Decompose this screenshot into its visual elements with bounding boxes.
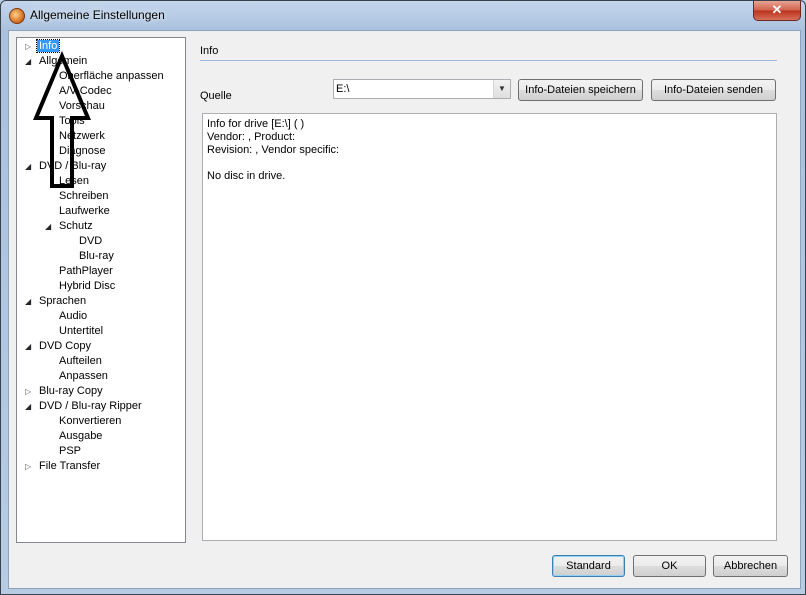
tree-item[interactable]: Hybrid Disc (57, 279, 117, 294)
tree-item-label: Anpassen (59, 370, 108, 382)
source-select[interactable]: E:\ ▼ (333, 79, 511, 99)
tree-item[interactable]: DVD / Blu-ray (37, 159, 108, 174)
tree-item-label: Audio (59, 310, 88, 322)
send-info-button[interactable]: Info-Dateien senden (651, 79, 776, 101)
tree-item-label: Info (35, 39, 61, 53)
group-title: Info (200, 45, 219, 57)
tree-collapse-arrow-icon[interactable]: ◢ (25, 339, 31, 354)
title-bar[interactable]: Allgemeine Einstellungen ✕ (1, 1, 805, 30)
settings-tree[interactable]: ▷ Info ◢ Allgemein Oberfläche anpassen A/V-Co… (16, 37, 186, 543)
tree-item[interactable]: Ausgabe (57, 429, 104, 444)
tree-item-label: Laufwerke (59, 205, 110, 217)
tree-expand-arrow-icon[interactable]: ▷ (25, 384, 31, 399)
cancel-button[interactable]: Abbrechen (713, 555, 788, 577)
tree-item[interactable]: Laufwerke (57, 204, 112, 219)
tree-item-label: Vorschau (59, 100, 105, 112)
tree-item-label: DVD / Blu-ray (39, 160, 107, 172)
ok-button[interactable]: OK (633, 555, 706, 577)
tree-item[interactable]: PSP (57, 444, 83, 459)
info-text-area[interactable]: Info for drive [E:\] ( ) Vendor: , Produc… (202, 113, 777, 541)
standard-button[interactable]: Standard (552, 555, 625, 577)
tree-collapse-arrow-icon[interactable]: ◢ (25, 399, 31, 414)
tree-item-label: Schreiben (59, 190, 109, 202)
tree-item[interactable]: Tools (57, 114, 87, 129)
tree-item[interactable]: DVD Copy (37, 339, 93, 354)
tree-item-label: Oberfläche anpassen (59, 70, 164, 82)
tree-item-label: Allgemein (39, 55, 88, 67)
tree-item-label: A/V-Codec (59, 85, 112, 97)
tree-item[interactable]: Konvertieren (57, 414, 123, 429)
tree-item[interactable]: Untertitel (57, 324, 105, 339)
tree-collapse-arrow-icon[interactable]: ◢ (25, 159, 31, 174)
tree-item[interactable]: Diagnose (57, 144, 107, 159)
dialog-body: ▷ Info ◢ Allgemein Oberfläche anpassen A/V-Co… (8, 30, 801, 589)
tree-item-label: Hybrid Disc (59, 280, 116, 292)
tree-item-label: File Transfer (39, 460, 101, 472)
info-line: No disc in drive. (207, 170, 286, 182)
tree-item-label: Tools (59, 115, 85, 127)
tree-item[interactable]: Info (35, 39, 61, 54)
tree-item[interactable]: Audio (57, 309, 89, 324)
tree-item-label: DVD (79, 235, 103, 247)
tree-item[interactable]: Blu-ray (77, 249, 116, 264)
tree-item[interactable]: Sprachen (37, 294, 88, 309)
source-label: Quelle (200, 90, 232, 102)
tree-item-label: Schutz (59, 220, 93, 232)
app-icon (9, 8, 25, 24)
tree-item[interactable]: Anpassen (57, 369, 110, 384)
tree-item-label: Diagnose (59, 145, 106, 157)
tree-item-label: PathPlayer (59, 265, 113, 277)
close-button[interactable]: ✕ (753, 1, 801, 21)
tree-item-label: Blu-ray Copy (39, 385, 103, 397)
tree-item-label: Aufteilen (59, 355, 102, 367)
tree-collapse-arrow-icon[interactable]: ◢ (25, 54, 31, 69)
settings-window: Allgemeine Einstellungen ✕ ▷ Info ◢ Allgeme… (0, 0, 806, 595)
tree-item[interactable]: Lesen (57, 174, 91, 189)
tree-item[interactable]: PathPlayer (57, 264, 115, 279)
tree-item[interactable]: Oberfläche anpassen (57, 69, 166, 84)
tree-item-label: PSP (59, 445, 82, 457)
tree-item[interactable]: DVD / Blu-ray Ripper (37, 399, 144, 414)
group-divider (200, 60, 777, 61)
info-line: Vendor: , Product: (207, 131, 296, 143)
save-info-button[interactable]: Info-Dateien speichern (518, 79, 643, 101)
info-page: Info Quelle E:\ ▼ Info-Dateien speichern… (200, 37, 778, 541)
tree-expand-arrow-icon[interactable]: ▷ (25, 459, 31, 474)
tree-item-label: Blu-ray (79, 250, 114, 262)
tree-item[interactable]: Vorschau (57, 99, 107, 114)
tree-item-label: DVD / Blu-ray Ripper (39, 400, 142, 412)
tree-item[interactable]: Allgemein (37, 54, 89, 69)
tree-item[interactable]: A/V-Codec (57, 84, 114, 99)
info-line: Info for drive [E:\] ( ) (207, 118, 305, 130)
tree-item[interactable]: Schreiben (57, 189, 111, 204)
tree-item-label: Lesen (59, 175, 89, 187)
tree-item[interactable]: Schutz (57, 219, 95, 234)
tree-item[interactable]: DVD (77, 234, 104, 249)
tree-item-label: Untertitel (59, 325, 104, 337)
tree-expand-arrow-icon[interactable]: ▷ (25, 39, 31, 54)
tree-item-label: Ausgabe (59, 430, 103, 442)
source-value: E:\ (336, 83, 350, 95)
tree-item[interactable]: Blu-ray Copy (37, 384, 105, 399)
tree-item-label: Sprachen (39, 295, 87, 307)
tree-item-label: DVD Copy (39, 340, 91, 352)
tree-item[interactable]: Aufteilen (57, 354, 104, 369)
window-title: Allgemeine Einstellungen (30, 8, 165, 22)
info-line: Revision: , Vendor specific: (207, 144, 340, 156)
tree-collapse-arrow-icon[interactable]: ◢ (25, 294, 31, 309)
tree-item[interactable]: Netzwerk (57, 129, 107, 144)
tree-item-label: Konvertieren (59, 415, 122, 427)
tree-item[interactable]: File Transfer (37, 459, 102, 474)
tree-item-label: Netzwerk (59, 130, 105, 142)
tree-collapse-arrow-icon[interactable]: ◢ (45, 219, 51, 234)
chevron-down-icon[interactable]: ▼ (493, 80, 510, 98)
